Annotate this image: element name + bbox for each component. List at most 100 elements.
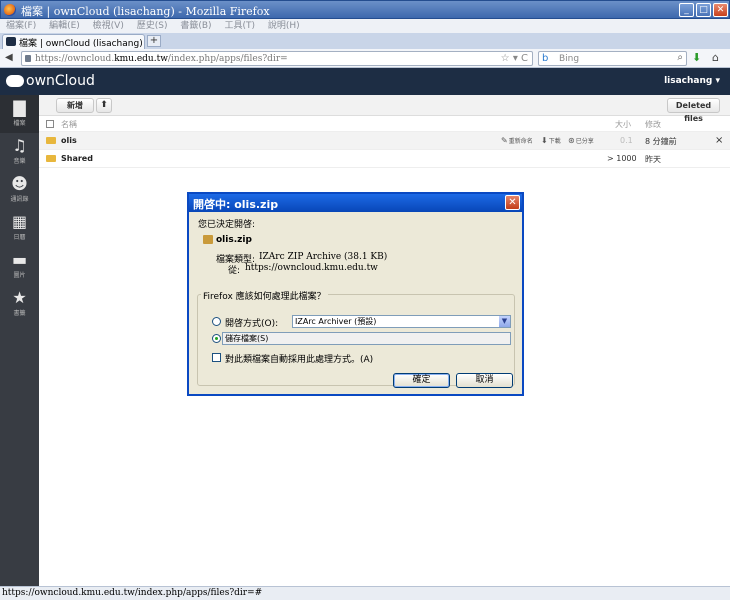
menu-file[interactable]: 檔案(F) (6, 19, 36, 33)
dialog-title: 開啓中: olis.zip (193, 198, 279, 211)
file-modified: 昨天 (645, 155, 661, 164)
ok-button[interactable]: 確定 (393, 373, 450, 388)
share-icon: ⊛ (568, 136, 575, 145)
folder-icon (46, 155, 56, 162)
auto-action-checkbox[interactable] (212, 353, 221, 362)
music-icon: ♫ (12, 136, 27, 155)
close-window-button[interactable]: ✕ (713, 3, 728, 17)
file-from-label: 從: (228, 266, 241, 276)
select-all-checkbox[interactable] (46, 120, 54, 128)
tab-strip: 檔案 | ownCloud (lisachang) + (0, 33, 730, 49)
save-file-label: 儲存檔案(S) (225, 334, 269, 343)
menu-bar: 檔案(F) 編輯(E) 檢視(V) 歷史(S) 書籤(B) 工具(T) 說明(H… (0, 19, 730, 33)
menu-help[interactable]: 說明(H) (268, 19, 300, 33)
upload-icon[interactable]: ⬆ (96, 98, 112, 113)
file-modified: 8 分鐘前 (645, 137, 677, 146)
status-url: https://owncloud.kmu.edu.tw/index.php/ap… (2, 588, 263, 598)
dialog-close-button[interactable]: ✕ (505, 195, 520, 210)
cloud-icon (6, 75, 24, 87)
save-file-option[interactable]: 儲存檔案(S) (222, 332, 511, 345)
nav-item-calendar[interactable]: ▦ 日曆 (0, 209, 39, 247)
files-controls: 新增 ⬆ Deleted files (39, 95, 730, 123)
download-arrow-icon: ⬇ (541, 136, 548, 145)
app-navigation: ▇ 檔案 ♫ 音樂 ☻ 通訊錄 ▦ 日曆 ▬ 圖片 ★ 書籤 (0, 95, 39, 586)
delete-icon[interactable]: × (715, 135, 723, 146)
dialog-intro: 您已決定開啓: (198, 220, 256, 230)
rename-action[interactable]: ✎重新命名 (501, 136, 533, 145)
owncloud-header: ownCloud lisachang ▾ (0, 68, 730, 95)
file-from-value: https://owncloud.kmu.edu.tw (245, 263, 378, 273)
menu-view[interactable]: 檢視(V) (93, 19, 124, 33)
firefox-icon (4, 4, 16, 16)
open-with-radio[interactable] (212, 317, 221, 326)
search-placeholder: Bing (559, 54, 580, 64)
tab-label: 檔案 | ownCloud (lisachang) (19, 39, 143, 49)
deleted-files-button[interactable]: Deleted files (667, 98, 720, 123)
window-titlebar: 檔案 | ownCloud (lisachang) - Mozilla Fire… (0, 0, 730, 19)
new-tab-button[interactable]: + (147, 35, 161, 47)
file-type-value: IZArc ZIP Archive (38.1 KB) (259, 252, 388, 262)
tab-owncloud[interactable]: 檔案 | ownCloud (lisachang) (2, 34, 145, 49)
url-text: https://owncloud.kmu.edu.tw/index.php/ap… (35, 54, 288, 64)
nav-item-files[interactable]: ▇ 檔案 (0, 95, 39, 133)
owncloud-favicon-icon (6, 37, 16, 46)
lock-icon (25, 55, 31, 62)
home-icon[interactable]: ⌂ (712, 51, 719, 64)
nav-item-contacts[interactable]: ☻ 通訊錄 (0, 171, 39, 209)
search-input[interactable]: b Bing ⌕ (538, 51, 687, 66)
owncloud-logo[interactable]: ownCloud (6, 73, 95, 89)
nav-item-music[interactable]: ♫ 音樂 (0, 133, 39, 171)
table-row[interactable]: olis ✎重新命名 ⬇下載 ⊛已分享 0.1 8 分鐘前 × (39, 132, 730, 150)
file-name[interactable]: olis (61, 136, 77, 145)
header-name[interactable]: 名稱 (61, 119, 77, 130)
menu-edit[interactable]: 編輯(E) (49, 19, 80, 33)
download-icon[interactable]: ⬇ (692, 51, 701, 64)
open-with-value: IZArc Archiver (預設) (295, 317, 377, 326)
navigation-bar: ◀ https://owncloud.kmu.edu.tw/index.php/… (0, 49, 730, 68)
search-icon[interactable]: ⌕ (677, 52, 683, 63)
calendar-icon: ▦ (11, 212, 28, 231)
open-with-label: 開啓方式(O): (225, 319, 279, 329)
nav-item-bookmarks[interactable]: ★ 書籤 (0, 285, 39, 323)
open-with-select[interactable]: IZArc Archiver (預設) ▼ (292, 315, 511, 328)
file-size: 0.1 (620, 136, 633, 145)
nav-item-pictures[interactable]: ▬ 圖片 (0, 247, 39, 285)
table-row[interactable]: Shared > 1000 昨天 (39, 150, 730, 168)
action-question: Firefox 應該如何處理此檔案？ (201, 289, 328, 302)
dialog-titlebar: 開啓中: olis.zip ✕ (189, 194, 522, 212)
file-name[interactable]: Shared (61, 154, 93, 163)
new-button[interactable]: 新增 (56, 98, 94, 113)
cancel-button[interactable]: 取消 (456, 373, 513, 388)
header-size[interactable]: 大小 (615, 119, 631, 130)
auto-action-label: 對此類檔案自動採用此處理方式。(A) (225, 355, 374, 365)
window-title: 檔案 | ownCloud (lisachang) - Mozilla Fire… (21, 5, 270, 18)
menu-tools[interactable]: 工具(T) (224, 19, 255, 33)
open-file-dialog: 開啓中: olis.zip ✕ 您已決定開啓: olis.zip 檔案類型: I… (187, 192, 524, 396)
dialog-filename: olis.zip (216, 235, 252, 245)
dialog-body: 您已決定開啓: olis.zip 檔案類型: IZArc ZIP Archive… (189, 212, 522, 394)
chevron-down-icon[interactable]: ▼ (499, 316, 510, 327)
download-action[interactable]: ⬇下載 (541, 136, 561, 145)
maximize-button[interactable]: □ (696, 3, 711, 17)
contacts-icon: ☻ (11, 174, 28, 193)
folder-icon (46, 137, 56, 144)
files-table-header: 名稱 大小 修改 (39, 116, 730, 132)
share-action[interactable]: ⊛已分享 (568, 136, 594, 145)
bing-icon[interactable]: b (542, 53, 548, 64)
save-file-radio[interactable] (212, 334, 221, 343)
pictures-icon: ▬ (11, 250, 28, 269)
header-modified[interactable]: 修改 (645, 119, 661, 130)
bookmark-star-icon[interactable]: ☆ ▾ C (501, 53, 528, 64)
user-menu[interactable]: lisachang ▾ (664, 76, 720, 86)
menu-history[interactable]: 歷史(S) (137, 19, 168, 33)
url-bar[interactable]: https://owncloud.kmu.edu.tw/index.php/ap… (21, 51, 533, 66)
back-button[interactable]: ◀ (5, 52, 13, 63)
files-icon: ▇ (13, 98, 26, 117)
file-size: > 1000 (607, 154, 637, 163)
zip-file-icon (203, 235, 213, 244)
bookmarks-icon: ★ (12, 288, 27, 307)
status-bar: https://owncloud.kmu.edu.tw/index.php/ap… (0, 586, 730, 600)
pencil-icon: ✎ (501, 136, 508, 145)
menu-bookmarks[interactable]: 書籤(B) (180, 19, 211, 33)
minimize-button[interactable]: _ (679, 3, 694, 17)
